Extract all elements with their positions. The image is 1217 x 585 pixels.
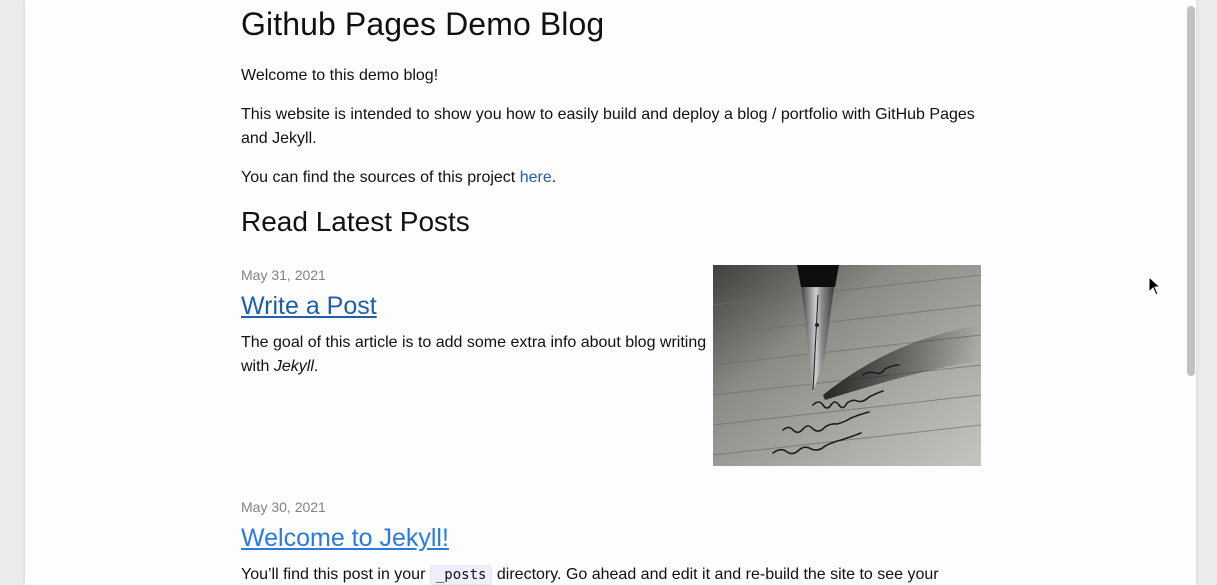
inline-code: _posts [429, 565, 493, 585]
intro-text: This website is intended to show you how… [241, 106, 975, 147]
post-date: May 30, 2021 [241, 499, 326, 515]
mouse-pointer-icon [1148, 276, 1162, 296]
latest-posts-heading: Read Latest Posts [241, 206, 470, 237]
excerpt-emphasis: Jekyll [273, 358, 314, 375]
post-title-link[interactable]: Write a Post [241, 289, 377, 323]
post-excerpt: The goal of this article is to add some … [241, 331, 711, 379]
post-item: May 31, 2021 Write a Post The goal of th… [241, 265, 982, 466]
scrollbar-thumb[interactable] [1187, 6, 1195, 376]
fountain-pen-writing-image[interactable] [712, 265, 982, 466]
post-excerpt: You’ll find this post in your _posts dir… [241, 563, 981, 585]
post-title-link[interactable]: Welcome to Jekyll! [241, 521, 449, 555]
excerpt-prefix: You’ll find this post in your [241, 566, 430, 583]
sources-link[interactable]: here [520, 169, 552, 186]
welcome-text: Welcome to this demo blog! [241, 67, 439, 84]
post-item: May 30, 2021 Welcome to Jekyll! You’ll f… [241, 497, 981, 585]
sources-prefix: You can find the sources of this project [241, 169, 520, 186]
sources-suffix: . [551, 169, 557, 186]
sources-text: You can find the sources of this project… [241, 166, 981, 190]
excerpt-suffix: directory. Go ahead and edit it and re-b… [492, 566, 939, 583]
excerpt-suffix: . [313, 358, 319, 375]
page-title: Github Pages Demo Blog [241, 6, 605, 42]
browser-viewport: Github Pages Demo Blog Welcome to this d… [25, 0, 1196, 585]
